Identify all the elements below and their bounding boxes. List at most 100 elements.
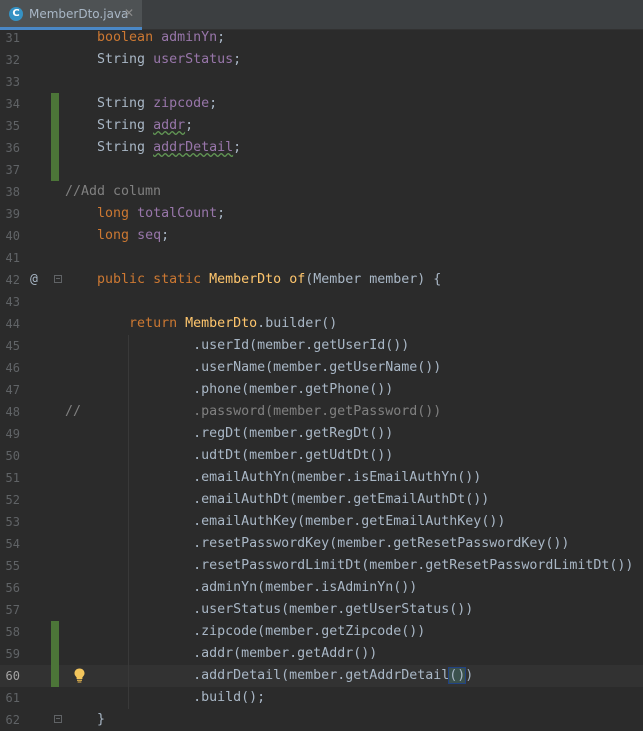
code-line[interactable]: 55 .resetPasswordLimitDt(member.getReset… (0, 555, 643, 577)
code-token: userId (201, 338, 250, 353)
code-text: String zipcode; (65, 93, 217, 115)
code-token: ()) (369, 448, 394, 463)
code-line[interactable]: 48 // .password(member.getPassword()) (0, 401, 643, 423)
code-token: adminYn (161, 30, 218, 45)
code-line[interactable]: 31 boolean adminYn; (0, 30, 643, 49)
vcs-change-marker[interactable] (51, 665, 59, 687)
code-line[interactable]: 32 String userStatus; (0, 49, 643, 71)
code-token: boolean (97, 30, 154, 45)
code-line[interactable]: 53 .emailAuthKey(member.getEmailAuthKey(… (0, 511, 643, 533)
fold-marker-icon[interactable] (54, 715, 62, 723)
code-line[interactable]: 45 .userId(member.getUserId()) (0, 335, 643, 357)
code-line[interactable]: 60 .addrDetail(member.getAddrDetail()) (0, 665, 643, 687)
code-token: getUserName (329, 360, 418, 375)
code-token: long (97, 206, 130, 221)
code-token: MemberDto (209, 272, 282, 287)
vcs-change-marker[interactable] (51, 137, 59, 159)
code-token: ()) (393, 580, 418, 595)
code-token: addrDetail (153, 140, 234, 155)
code-line[interactable]: 44 return MemberDto.builder() (0, 313, 643, 335)
code-token: . (65, 668, 202, 683)
code-token: (member. (329, 536, 394, 551)
code-line[interactable]: 59 .addr(member.getAddr()) (0, 643, 643, 665)
code-editor[interactable]: 31 boolean adminYn; 32 String userStatus;… (0, 30, 643, 731)
code-token: (member. (233, 646, 298, 661)
vcs-change-marker[interactable] (51, 621, 59, 643)
code-token: . (65, 646, 202, 661)
code-token: } (65, 712, 106, 727)
code-token: (Member member) { (305, 272, 442, 287)
code-line[interactable]: 37 (0, 159, 643, 181)
code-line[interactable]: 42 @ public static MemberDto of(Member me… (0, 269, 643, 291)
code-line[interactable]: 36 String addrDetail; (0, 137, 643, 159)
code-line[interactable]: 50 .udtDt(member.getUdtDt()) (0, 445, 643, 467)
code-line[interactable]: 47 .phone(member.getPhone()) (0, 379, 643, 401)
code-line[interactable]: 43 (0, 291, 643, 313)
code-line[interactable]: 58 .zipcode(member.getZipcode()) (0, 621, 643, 643)
code-token: seq (137, 228, 162, 243)
code-line[interactable]: 52 .emailAuthDt(member.getEmailAuthDt()) (0, 489, 643, 511)
code-text: .resetPasswordKey(member.getResetPasswor… (65, 533, 569, 555)
vcs-change-marker[interactable] (51, 115, 59, 137)
code-text: String addr; (65, 115, 193, 137)
code-token: ()) (401, 624, 426, 639)
implements-at-icon[interactable]: @ (30, 269, 38, 291)
code-token: . (65, 338, 202, 353)
code-token: (member. (281, 668, 346, 683)
code-text: } (65, 709, 105, 731)
code-line[interactable]: 56 .adminYn(member.isAdminYn()) (0, 577, 643, 599)
code-token: ; (217, 206, 226, 221)
code-token: (member. (361, 558, 426, 573)
code-text: public static MemberDto of(Member member… (65, 269, 441, 291)
line-number: 49 (5, 427, 20, 441)
code-line[interactable]: 39 long totalCount; (0, 203, 643, 225)
code-line[interactable]: 54 .resetPasswordKey(member.getResetPass… (0, 533, 643, 555)
line-number: 60 (5, 669, 20, 683)
line-number: 46 (5, 361, 20, 375)
code-line[interactable]: 62 } (0, 709, 643, 731)
code-line[interactable]: 38 //Add column (0, 181, 643, 203)
close-icon[interactable]: ✕ (124, 6, 134, 20)
code-line[interactable]: 51 .emailAuthYn(member.isEmailAuthYn()) (0, 467, 643, 489)
code-line[interactable]: 46 .userName(member.getUserName()) (0, 357, 643, 379)
vcs-change-marker[interactable] (51, 159, 59, 181)
code-text: .zipcode(member.getZipcode()) (65, 621, 425, 643)
code-token: builder (265, 316, 322, 331)
tab-memberdto-java[interactable]: C MemberDto.java ✕ (0, 0, 142, 30)
vcs-change-marker[interactable] (51, 93, 59, 115)
code-text: .resetPasswordLimitDt(member.getResetPas… (65, 555, 633, 577)
code-line[interactable]: 49 .regDt(member.getRegDt()) (0, 423, 643, 445)
code-line[interactable]: 41 (0, 247, 643, 269)
code-token: String (65, 118, 154, 133)
code-token: ()) (417, 360, 442, 375)
code-token: . (65, 448, 202, 463)
line-number: 39 (5, 207, 20, 221)
vcs-change-marker[interactable] (51, 643, 59, 665)
code-token: isAdminYn (321, 580, 394, 595)
code-token: totalCount (137, 206, 218, 221)
code-line[interactable]: 34 String zipcode; (0, 93, 643, 115)
code-line[interactable]: 40 long seq; (0, 225, 643, 247)
code-token: emailAuthKey (201, 514, 298, 529)
code-token: . (257, 316, 266, 331)
code-token: ; (185, 118, 194, 133)
fold-marker-icon[interactable] (54, 275, 62, 283)
code-line[interactable]: 33 (0, 71, 643, 93)
code-token: long (97, 228, 130, 243)
code-token: . (65, 492, 202, 507)
code-token: MemberDto (185, 316, 258, 331)
code-token: getRegDt (305, 426, 370, 441)
line-number: 35 (5, 119, 20, 133)
code-line[interactable]: 57 .userStatus(member.getUserStatus()) (0, 599, 643, 621)
code-line[interactable]: 61 .build(); (0, 687, 643, 709)
code-token: (member. (241, 382, 306, 397)
code-token: getEmailAuthKey (361, 514, 482, 529)
java-class-icon: C (9, 7, 23, 21)
code-line[interactable]: 35 String addr; (0, 115, 643, 137)
